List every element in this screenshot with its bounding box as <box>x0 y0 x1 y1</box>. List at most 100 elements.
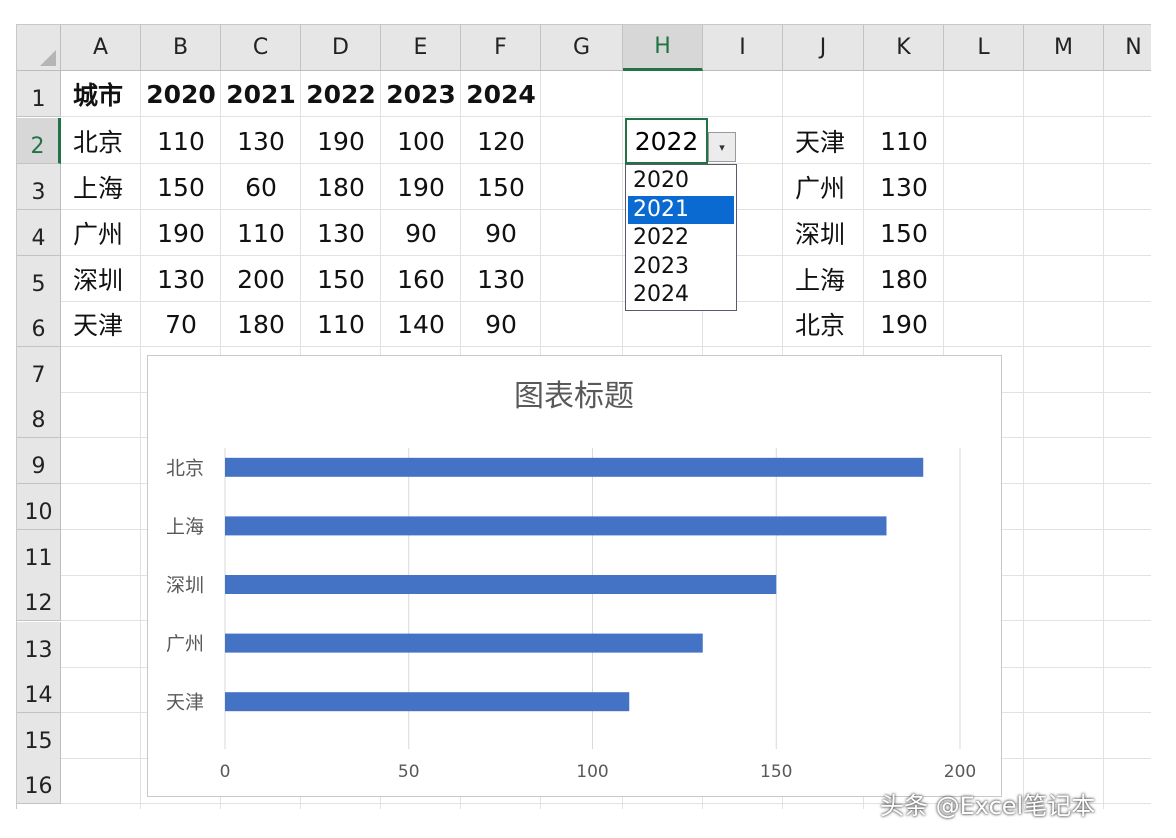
value-cell[interactable]: 130 <box>461 256 541 302</box>
year-dropdown-list[interactable]: 2020 2021 2022 2023 2024 <box>625 164 737 311</box>
value-cell[interactable]: 130 <box>141 256 221 302</box>
column-header-e[interactable]: E <box>381 25 461 71</box>
y-category-label: 北京 <box>166 457 204 479</box>
city-cell[interactable]: 上海 <box>61 164 141 210</box>
select-all-corner[interactable] <box>17 25 61 71</box>
table-header-cell[interactable]: 2022 <box>301 71 381 117</box>
row-header-16[interactable]: 16 <box>17 758 61 804</box>
sorted-value-cell[interactable]: 150 <box>864 210 944 256</box>
row-header-5[interactable]: 5 <box>17 256 61 302</box>
value-cell[interactable]: 110 <box>141 118 221 164</box>
value-cell[interactable]: 150 <box>301 256 381 302</box>
value-cell[interactable]: 140 <box>381 301 461 347</box>
value-cell[interactable]: 150 <box>461 164 541 210</box>
row-header-9[interactable]: 9 <box>17 438 61 484</box>
table-header-cell[interactable]: 2020 <box>141 71 221 117</box>
row-header-12[interactable]: 12 <box>17 575 61 621</box>
row-header-13[interactable]: 13 <box>17 622 61 668</box>
value-cell[interactable]: 190 <box>301 118 381 164</box>
value-cell[interactable]: 120 <box>461 118 541 164</box>
city-cell[interactable]: 广州 <box>61 210 141 256</box>
row-header-8[interactable]: 8 <box>17 392 61 438</box>
x-tick-label: 200 <box>944 762 976 782</box>
column-header-k[interactable]: K <box>864 25 944 71</box>
bar-chart-svg: 图表标题 0 50 100 150 200 北京上海深圳广州天津 <box>166 379 976 782</box>
grid-line-vertical <box>1023 71 1024 809</box>
dropdown-option-2022[interactable]: 2022 <box>628 224 734 253</box>
sorted-value-cell[interactable]: 130 <box>864 164 944 210</box>
value-cell[interactable]: 180 <box>221 301 301 347</box>
value-cell[interactable]: 190 <box>141 210 221 256</box>
value-cell[interactable]: 130 <box>221 118 301 164</box>
column-header-f[interactable]: F <box>461 25 541 71</box>
chart-bar <box>225 575 777 594</box>
year-selector-cell[interactable]: 2022 <box>625 118 708 164</box>
y-category-label: 上海 <box>166 516 204 538</box>
value-cell[interactable]: 90 <box>461 210 541 256</box>
y-category-label: 天津 <box>166 692 204 714</box>
row-header-15[interactable]: 15 <box>17 713 61 759</box>
table-header-cell[interactable]: 2021 <box>221 71 301 117</box>
chart-bar <box>225 516 887 536</box>
value-cell[interactable]: 190 <box>381 164 461 210</box>
value-cell[interactable]: 100 <box>381 118 461 164</box>
value-cell[interactable]: 110 <box>301 301 381 347</box>
spreadsheet-grid: ABCDEFGHIJKLMN 1 2 3 4 5 6 7 8 9 10 11 12 13 14 15 16 城… <box>16 24 1151 809</box>
value-cell[interactable]: 200 <box>221 256 301 302</box>
value-cell[interactable]: 150 <box>141 164 221 210</box>
chart-title: 图表标题 <box>514 379 634 414</box>
sorted-value-cell[interactable]: 110 <box>864 118 944 164</box>
dropdown-option-2020[interactable]: 2020 <box>628 167 734 196</box>
column-header-m[interactable]: M <box>1024 25 1104 71</box>
sorted-value-cell[interactable]: 180 <box>864 256 944 302</box>
value-cell[interactable]: 180 <box>301 164 381 210</box>
row-header-11[interactable]: 11 <box>17 530 61 576</box>
sorted-city-cell[interactable]: 深圳 <box>783 210 864 256</box>
column-header-h[interactable]: H <box>623 25 703 71</box>
city-cell[interactable]: 北京 <box>61 118 141 164</box>
row-header-10[interactable]: 10 <box>17 484 61 530</box>
dropdown-arrow-button[interactable]: ▾ <box>708 132 736 162</box>
column-header-d[interactable]: D <box>301 25 381 71</box>
bar-chart[interactable]: 图表标题 0 50 100 150 200 北京 上海 深圳 广州 天津 <box>147 355 1002 797</box>
value-cell[interactable]: 60 <box>221 164 301 210</box>
sorted-city-cell[interactable]: 上海 <box>783 256 864 302</box>
table-header-cell[interactable]: 城市 <box>61 71 141 117</box>
x-tick-label: 100 <box>576 762 608 782</box>
table-header-cell[interactable]: 2024 <box>461 71 541 117</box>
row-header-3[interactable]: 3 <box>17 164 61 210</box>
column-header-i[interactable]: I <box>703 25 783 71</box>
column-header-l[interactable]: L <box>944 25 1024 71</box>
column-header-n[interactable]: N <box>1104 25 1151 71</box>
city-cell[interactable]: 深圳 <box>61 256 141 302</box>
dropdown-option-2021[interactable]: 2021 <box>628 195 734 224</box>
column-header-b[interactable]: B <box>141 25 221 71</box>
value-cell[interactable]: 110 <box>221 210 301 256</box>
dropdown-option-2023[interactable]: 2023 <box>628 253 734 282</box>
sorted-city-cell[interactable]: 北京 <box>783 301 864 347</box>
y-category-label: 深圳 <box>166 575 204 597</box>
sorted-city-cell[interactable]: 天津 <box>783 118 864 164</box>
column-header-a[interactable]: A <box>61 25 141 71</box>
city-cell[interactable]: 天津 <box>61 301 141 347</box>
sorted-value-cell[interactable]: 190 <box>864 301 944 347</box>
column-header-c[interactable]: C <box>221 25 301 71</box>
row-header-6[interactable]: 6 <box>17 301 61 347</box>
value-cell[interactable]: 130 <box>301 210 381 256</box>
table-header-cell[interactable]: 2023 <box>381 71 461 117</box>
chart-bar <box>225 692 630 712</box>
row-header-7[interactable]: 7 <box>17 347 61 393</box>
value-cell[interactable]: 90 <box>461 301 541 347</box>
column-header-j[interactable]: J <box>783 25 864 71</box>
value-cell[interactable]: 70 <box>141 301 221 347</box>
row-header-1[interactable]: 1 <box>17 71 61 117</box>
column-header-g[interactable]: G <box>541 25 623 71</box>
chart-bar <box>225 633 703 653</box>
value-cell[interactable]: 90 <box>381 210 461 256</box>
row-header-14[interactable]: 14 <box>17 667 61 713</box>
dropdown-option-2024[interactable]: 2024 <box>628 281 734 310</box>
sorted-city-cell[interactable]: 广州 <box>783 164 864 210</box>
value-cell[interactable]: 160 <box>381 256 461 302</box>
row-header-4[interactable]: 4 <box>17 210 61 256</box>
row-header-2[interactable]: 2 <box>17 118 61 164</box>
